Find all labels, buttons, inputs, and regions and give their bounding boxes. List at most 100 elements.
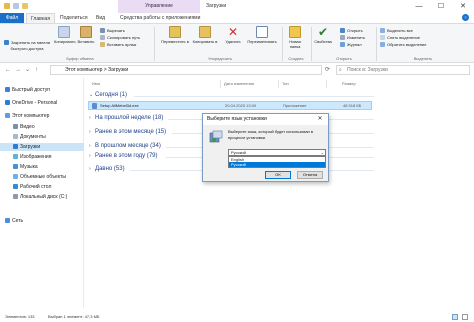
group-header-today[interactable]: ⌄ Сегодня (1) bbox=[89, 91, 127, 100]
column-header-type[interactable]: Тип bbox=[282, 80, 289, 88]
column-divider[interactable] bbox=[220, 80, 221, 88]
copy-to-button[interactable]: Копировать в bbox=[190, 26, 220, 44]
file-date: 20.04.2023 13:00 bbox=[225, 103, 257, 108]
nav-label: Сеть bbox=[12, 218, 24, 224]
nav-item-pictures[interactable]: Изображения bbox=[0, 153, 84, 161]
paste-shortcut-label: Вставить ярлык bbox=[107, 42, 137, 47]
tab-view[interactable]: Вид bbox=[96, 13, 105, 23]
context-tab-group: Управление bbox=[118, 0, 200, 13]
language-select-value: Русский bbox=[231, 150, 246, 155]
copy-button[interactable]: Копировать bbox=[54, 26, 76, 44]
rename-icon bbox=[256, 26, 268, 38]
column-header-name[interactable]: Имя bbox=[92, 80, 100, 88]
nav-item-onedrive[interactable]: OneDrive - Personal bbox=[0, 99, 84, 107]
journal-button[interactable]: Журнал bbox=[340, 42, 362, 48]
language-select[interactable]: Русский ⌄ bbox=[228, 149, 326, 156]
column-header-size[interactable]: Размер bbox=[342, 80, 356, 88]
nav-label: Этот компьютер bbox=[12, 113, 50, 119]
paste-button[interactable]: Вставить bbox=[76, 26, 96, 44]
copy-label: Копировать bbox=[54, 39, 76, 44]
group-header-long-ago[interactable]: › Давно (53) bbox=[89, 165, 125, 174]
nav-item-videos[interactable]: Видео bbox=[0, 123, 84, 131]
copy-path-button[interactable]: Скопировать путь bbox=[100, 35, 140, 41]
ribbon: Закрепить на панели быстрого доступа Коп… bbox=[0, 23, 474, 63]
group-clipboard-label: Буфер обмена bbox=[66, 56, 94, 61]
group-header-earlier-month[interactable]: › Ранее в этом месяце (15) bbox=[89, 128, 166, 137]
open-icon bbox=[340, 28, 345, 34]
cut-button[interactable]: Вырезать bbox=[100, 28, 125, 34]
tab-app-tools[interactable]: Средства работы с приложениями bbox=[120, 13, 200, 23]
column-divider[interactable] bbox=[326, 80, 327, 88]
delete-label: Удалить bbox=[225, 39, 241, 44]
open-button[interactable]: Открыть bbox=[340, 28, 363, 34]
maximize-button[interactable]: ☐ bbox=[430, 0, 452, 13]
group-header-last-month[interactable]: › В прошлом месяце (34) bbox=[89, 142, 161, 151]
column-header-date[interactable]: Дата изменения bbox=[224, 80, 254, 88]
pin-button[interactable]: Закрепить на панели быстрого доступа bbox=[3, 40, 51, 52]
search-input[interactable]: Поиск в: Загрузки bbox=[336, 65, 470, 75]
nav-item-quick-access[interactable]: Быстрый доступ bbox=[0, 86, 84, 94]
minimize-button[interactable]: — bbox=[408, 0, 430, 13]
select-all-button[interactable]: Выделить все bbox=[380, 28, 413, 34]
group-open-label: Открыть bbox=[336, 56, 352, 61]
nav-item-local-disk[interactable]: Локальный диск (C:) bbox=[0, 193, 84, 201]
table-row[interactable]: Setup AllMebel3d.exe 20.04.2023 13:00 Пр… bbox=[88, 101, 372, 110]
language-dropdown-list: English Русский bbox=[228, 156, 326, 168]
language-dialog: Выберите язык установки ✕ Выберите язык,… bbox=[202, 113, 329, 182]
rename-button[interactable]: Переименовать bbox=[246, 26, 278, 44]
new-folder-quick-icon[interactable] bbox=[22, 3, 28, 9]
folder-icon bbox=[4, 3, 10, 9]
move-to-button[interactable]: Переместить в bbox=[160, 26, 190, 44]
file-size: 48 518 КБ bbox=[343, 103, 362, 108]
refresh-icon[interactable]: ⟳ bbox=[325, 66, 330, 74]
up-arrow-icon[interactable]: ↑ bbox=[35, 66, 38, 74]
nav-item-music[interactable]: Музыка bbox=[0, 163, 84, 171]
forward-arrow-icon[interactable]: → bbox=[15, 66, 21, 74]
select-none-button[interactable]: Снять выделение bbox=[380, 35, 420, 41]
select-all-icon bbox=[380, 28, 385, 34]
tiles-view-icon[interactable] bbox=[462, 314, 468, 320]
window-title: Загрузки bbox=[206, 3, 227, 9]
group-title: Давно (53) bbox=[95, 166, 125, 172]
properties-quick-icon[interactable] bbox=[13, 3, 19, 9]
delete-button[interactable]: ✕ Удалить bbox=[222, 26, 244, 44]
nav-item-this-pc[interactable]: Этот компьютер bbox=[0, 112, 84, 120]
properties-button[interactable]: ✔ Свойства bbox=[312, 26, 334, 44]
help-icon[interactable]: ? bbox=[462, 14, 469, 21]
nav-item-documents[interactable]: Документы bbox=[0, 133, 84, 141]
paste-shortcut-button[interactable]: Вставить ярлык bbox=[100, 42, 136, 48]
nav-label: Локальный диск (C:) bbox=[20, 194, 68, 200]
new-folder-button[interactable]: Новая папка bbox=[285, 26, 305, 49]
details-view-icon[interactable] bbox=[452, 314, 458, 320]
chevron-down-icon: ⌄ bbox=[320, 150, 324, 155]
edit-button[interactable]: Изменить bbox=[340, 35, 365, 41]
recent-chevron-icon[interactable]: ⌄ bbox=[25, 66, 30, 74]
column-divider[interactable] bbox=[278, 80, 279, 88]
nav-item-3d-objects[interactable]: Объемные объекты bbox=[0, 173, 84, 181]
group-header-last-week[interactable]: › На прошлой неделе (18) bbox=[89, 114, 163, 123]
nav-label: Документы bbox=[20, 134, 46, 140]
cancel-button[interactable]: Отмена bbox=[297, 171, 323, 179]
group-title: Ранее в этом году (79) bbox=[95, 153, 158, 159]
tab-share[interactable]: Поделиться bbox=[60, 13, 88, 23]
group-header-earlier-year[interactable]: › Ранее в этом году (79) bbox=[89, 152, 158, 161]
journal-label: Журнал bbox=[347, 42, 362, 47]
desktop-icon bbox=[13, 184, 18, 190]
dialog-close-button[interactable]: ✕ bbox=[315, 114, 325, 125]
ok-button[interactable]: OK bbox=[265, 171, 291, 179]
ribbon-tabs: Файл Главная Поделиться Вид Средства раб… bbox=[0, 13, 474, 23]
nav-item-downloads[interactable]: Загрузки bbox=[0, 143, 84, 151]
nav-item-network[interactable]: Сеть bbox=[0, 217, 84, 225]
address-bar[interactable]: Этот компьютер > Загрузки bbox=[50, 65, 322, 75]
close-button[interactable]: ✕ bbox=[452, 0, 474, 13]
tab-file[interactable]: Файл bbox=[0, 13, 24, 23]
language-option-russian[interactable]: Русский bbox=[229, 162, 325, 167]
invert-selection-button[interactable]: Обратить выделение bbox=[380, 42, 427, 48]
paste-icon bbox=[80, 26, 92, 38]
back-arrow-icon[interactable]: ← bbox=[5, 66, 11, 74]
nav-item-desktop[interactable]: Рабочий стол bbox=[0, 183, 84, 191]
tab-home[interactable]: Главная bbox=[26, 13, 56, 23]
star-icon bbox=[5, 87, 10, 93]
title-bar: Управление Загрузки — ☐ ✕ bbox=[0, 0, 474, 13]
dialog-message: Выберите язык, который будет использован… bbox=[228, 129, 313, 140]
